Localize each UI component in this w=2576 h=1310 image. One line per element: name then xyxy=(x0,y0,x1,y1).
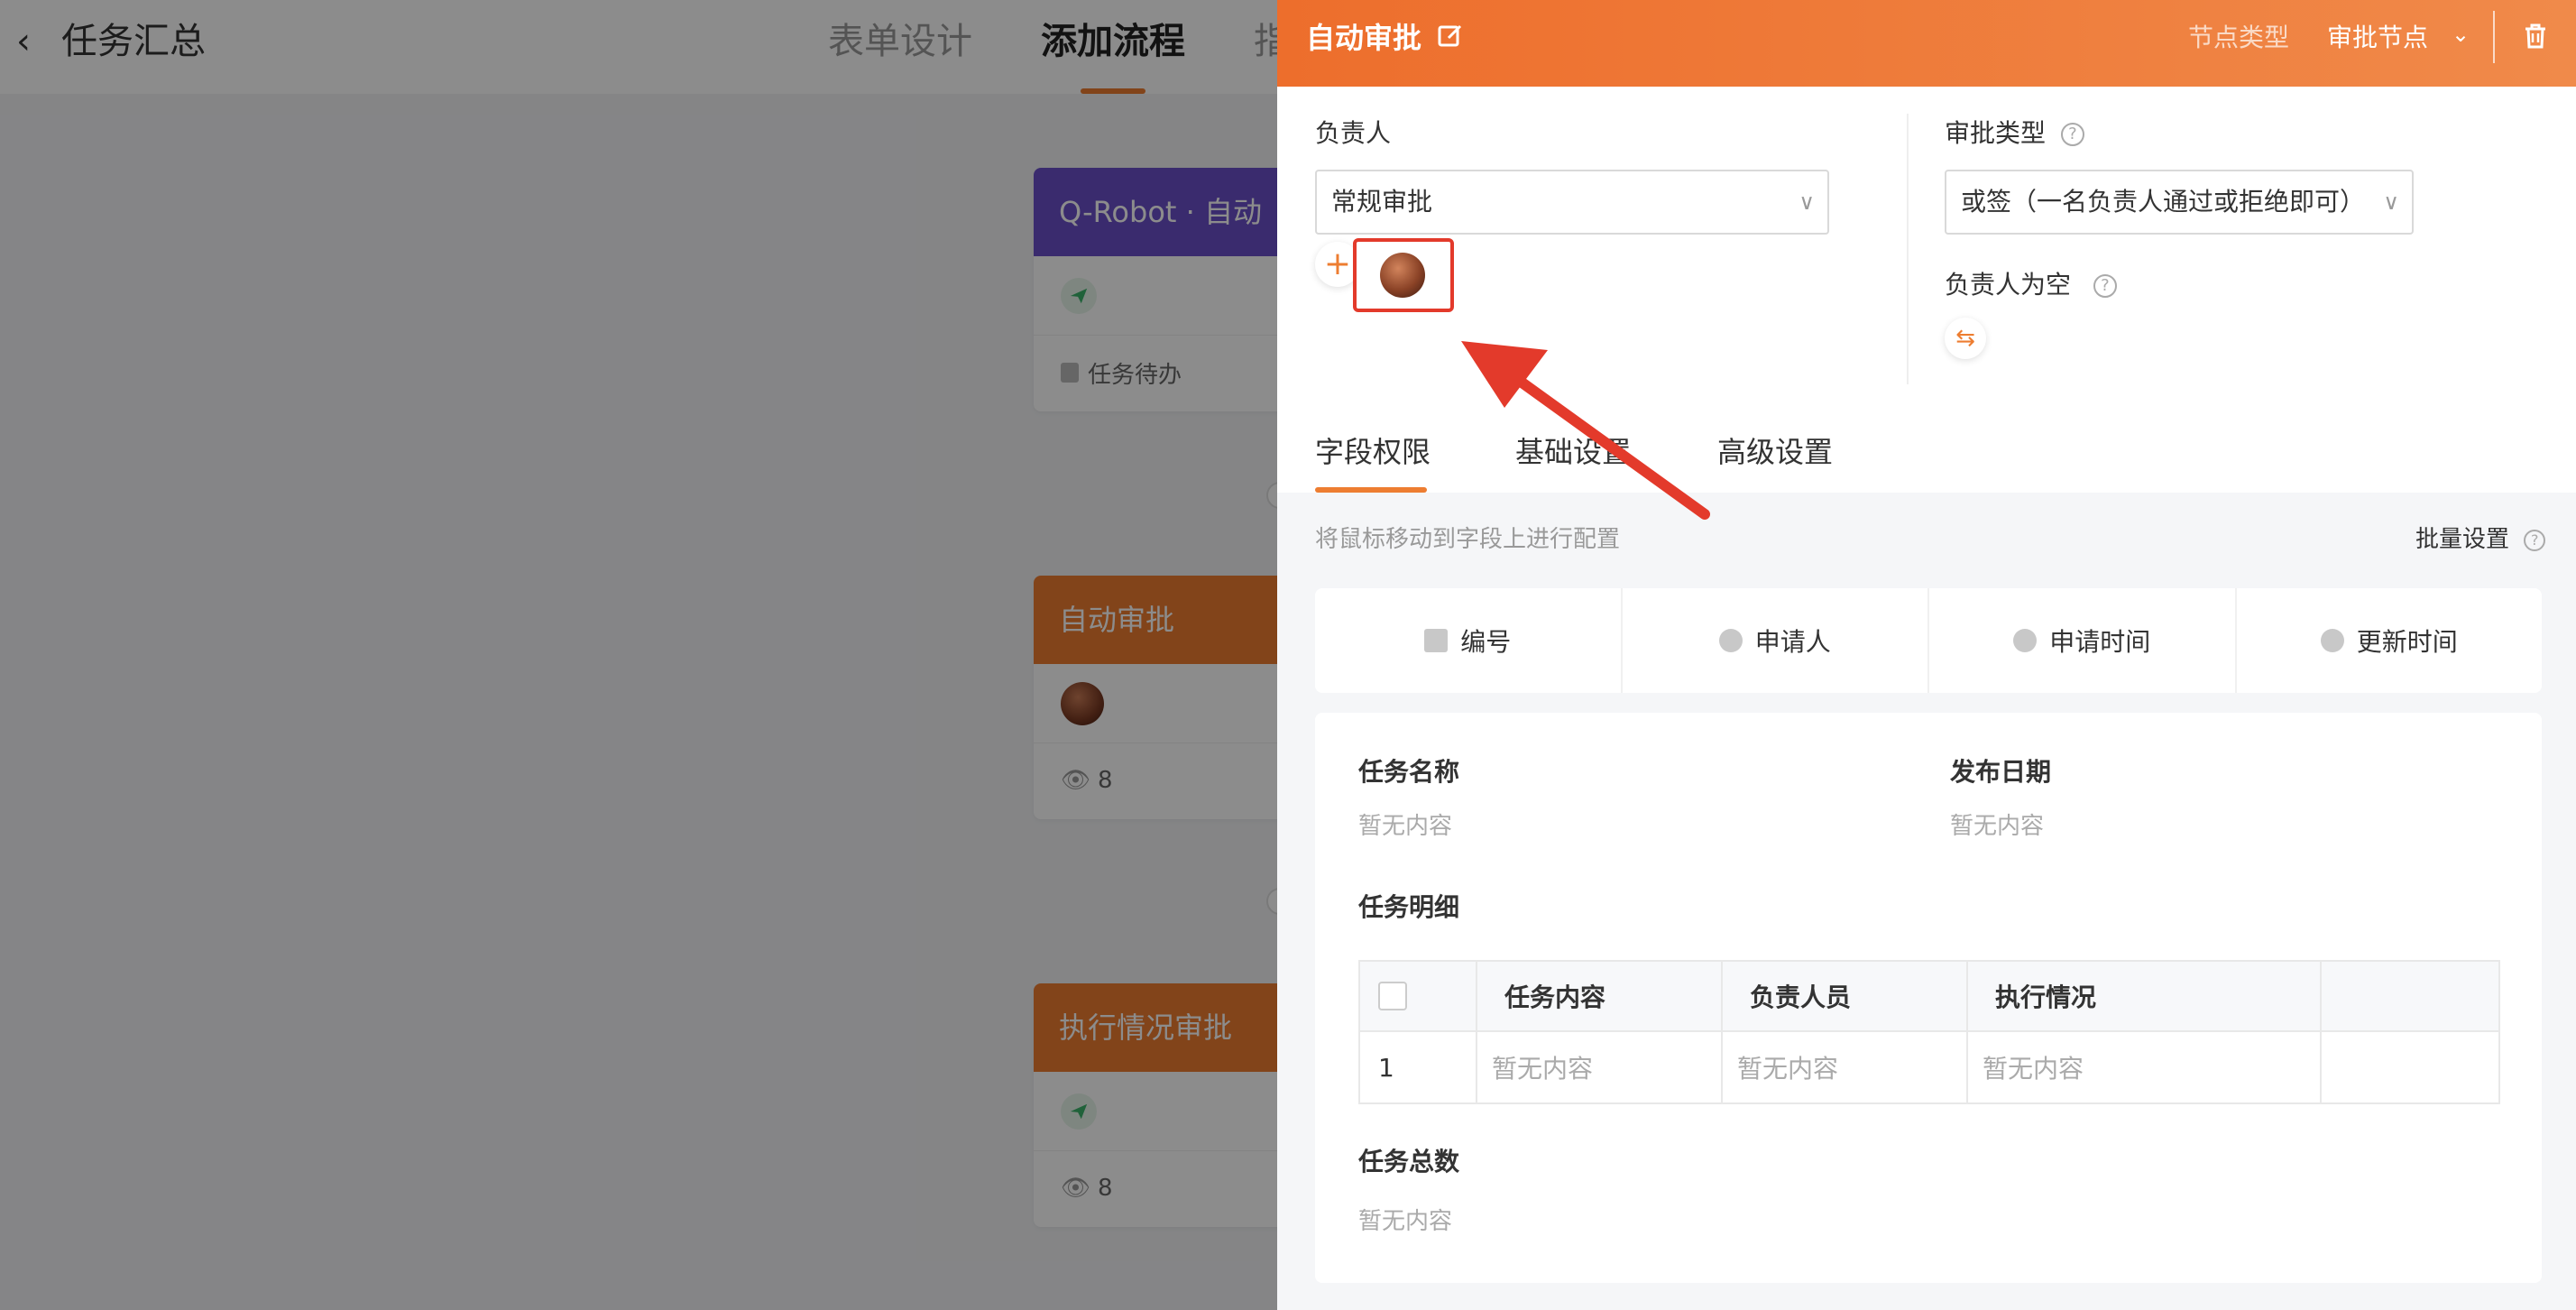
system-field-label: 更新时间 xyxy=(2356,627,2458,657)
empty-assignee-label-text: 负责人为空 xyxy=(1945,270,2072,300)
panel-title: 自动审批 xyxy=(1306,21,1422,55)
select-all-checkbox[interactable] xyxy=(1378,982,1407,1010)
clock-icon xyxy=(2013,629,2038,652)
system-field-apply-time[interactable]: 申请时间 xyxy=(1929,588,2237,693)
table-cell: 暂无内容 xyxy=(1723,1032,1968,1102)
table-header-row: 任务内容 负责人员 执行情况 xyxy=(1360,962,2498,1032)
user-icon xyxy=(1718,629,1743,652)
system-field-id[interactable]: 编号 xyxy=(1315,588,1623,693)
bulk-settings-label: 批量设置 xyxy=(2415,526,2510,553)
node-settings-panel: 自动审批 节点类型 审批节点 ⌄ 负责人 常规审批 ∨ + 审批类型 ? 或签（… xyxy=(1277,0,2576,1310)
node-type-label: 节点类型 xyxy=(2188,23,2290,52)
avatar[interactable] xyxy=(1380,253,1425,298)
assignee-select[interactable]: 常规审批 ∨ xyxy=(1315,170,1829,235)
id-icon xyxy=(1424,629,1449,652)
chevron-down-icon: ∨ xyxy=(2383,189,2399,215)
help-icon[interactable]: ? xyxy=(2093,274,2117,298)
update-icon xyxy=(2320,629,2344,652)
system-field-label: 申请人 xyxy=(1754,627,1831,657)
field-value-task-name: 暂无内容 xyxy=(1358,813,1453,840)
form-preview: 任务名称 暂无内容 发布日期 暂无内容 任务明细 任务内容 负责人员 执行情况 … xyxy=(1315,713,2542,1283)
assignee-select-value: 常规审批 xyxy=(1331,187,1433,217)
edit-icon[interactable] xyxy=(1436,22,1465,51)
table-cell-index: 1 xyxy=(1360,1032,1477,1102)
table-cell: 暂无内容 xyxy=(1477,1032,1723,1102)
system-field-update-time[interactable]: 更新时间 xyxy=(2237,588,2543,693)
modal-overlay[interactable] xyxy=(0,0,1277,1310)
table-header-cell: 任务内容 xyxy=(1477,962,1723,1030)
field-label-publish-date[interactable]: 发布日期 xyxy=(1950,754,2051,790)
bulk-settings-button[interactable]: 批量设置 ? xyxy=(2415,521,2546,558)
help-icon[interactable]: ? xyxy=(2060,123,2084,146)
node-type-dropdown[interactable]: 审批节点 xyxy=(2327,20,2428,56)
tab-field-permissions[interactable]: 字段权限 xyxy=(1315,431,1431,473)
field-value-task-total: 暂无内容 xyxy=(1358,1208,1453,1235)
table-row: 1 暂无内容 暂无内容 暂无内容 xyxy=(1360,1032,2498,1102)
header-divider xyxy=(2493,11,2495,63)
field-label-task-detail[interactable]: 任务明细 xyxy=(1358,890,1459,926)
trash-icon[interactable] xyxy=(2522,22,2551,51)
tab-advanced-settings[interactable]: 高级设置 xyxy=(1717,431,1833,473)
chevron-down-icon: ∨ xyxy=(1799,189,1815,215)
panel-header: 自动审批 节点类型 审批节点 ⌄ xyxy=(1277,0,2576,87)
help-icon[interactable]: ? xyxy=(2524,529,2546,551)
table-header-cell: 负责人员 xyxy=(1723,962,1968,1030)
approval-type-select-value: 或签（一名负责人通过或拒绝即可） xyxy=(1961,187,2366,217)
table-header-cell xyxy=(1360,962,1477,1030)
system-field-label: 申请时间 xyxy=(2049,627,2151,657)
field-label-task-total[interactable]: 任务总数 xyxy=(1358,1144,1459,1180)
system-field-label: 编号 xyxy=(1460,627,1512,657)
empty-assignee-label: 负责人为空 ? xyxy=(1945,267,2117,303)
field-label-task-name[interactable]: 任务名称 xyxy=(1358,754,1459,790)
swap-icon[interactable]: ⇆ xyxy=(1945,318,1986,359)
system-field-applicant[interactable]: 申请人 xyxy=(1623,588,1929,693)
table-header-cell: 执行情况 xyxy=(1968,962,2322,1030)
assignee-avatar-highlight xyxy=(1353,238,1454,312)
active-tab-indicator xyxy=(1315,487,1427,493)
chevron-down-icon[interactable]: ⌄ xyxy=(2452,22,2477,54)
approval-type-label: 审批类型 ? xyxy=(1945,115,2084,152)
field-value-publish-date: 暂无内容 xyxy=(1950,813,2045,840)
approval-type-select[interactable]: 或签（一名负责人通过或拒绝即可） ∨ xyxy=(1945,170,2414,235)
hint-text: 将鼠标移动到字段上进行配置 xyxy=(1315,526,1621,553)
system-fields-bar: 编号 申请人 申请时间 更新时间 xyxy=(1315,588,2542,693)
table-cell xyxy=(2322,1032,2498,1102)
table-header-cell xyxy=(2322,962,2498,1030)
tab-basic-settings[interactable]: 基础设置 xyxy=(1515,431,1631,473)
assignee-label: 负责人 xyxy=(1315,118,1392,148)
assignee-section xyxy=(1277,87,2576,493)
task-detail-table: 任务内容 负责人员 执行情况 1 暂无内容 暂无内容 暂无内容 xyxy=(1358,960,2500,1104)
approval-type-label-text: 审批类型 xyxy=(1945,118,2047,148)
table-cell: 暂无内容 xyxy=(1968,1032,2322,1102)
section-divider xyxy=(1907,114,1909,384)
